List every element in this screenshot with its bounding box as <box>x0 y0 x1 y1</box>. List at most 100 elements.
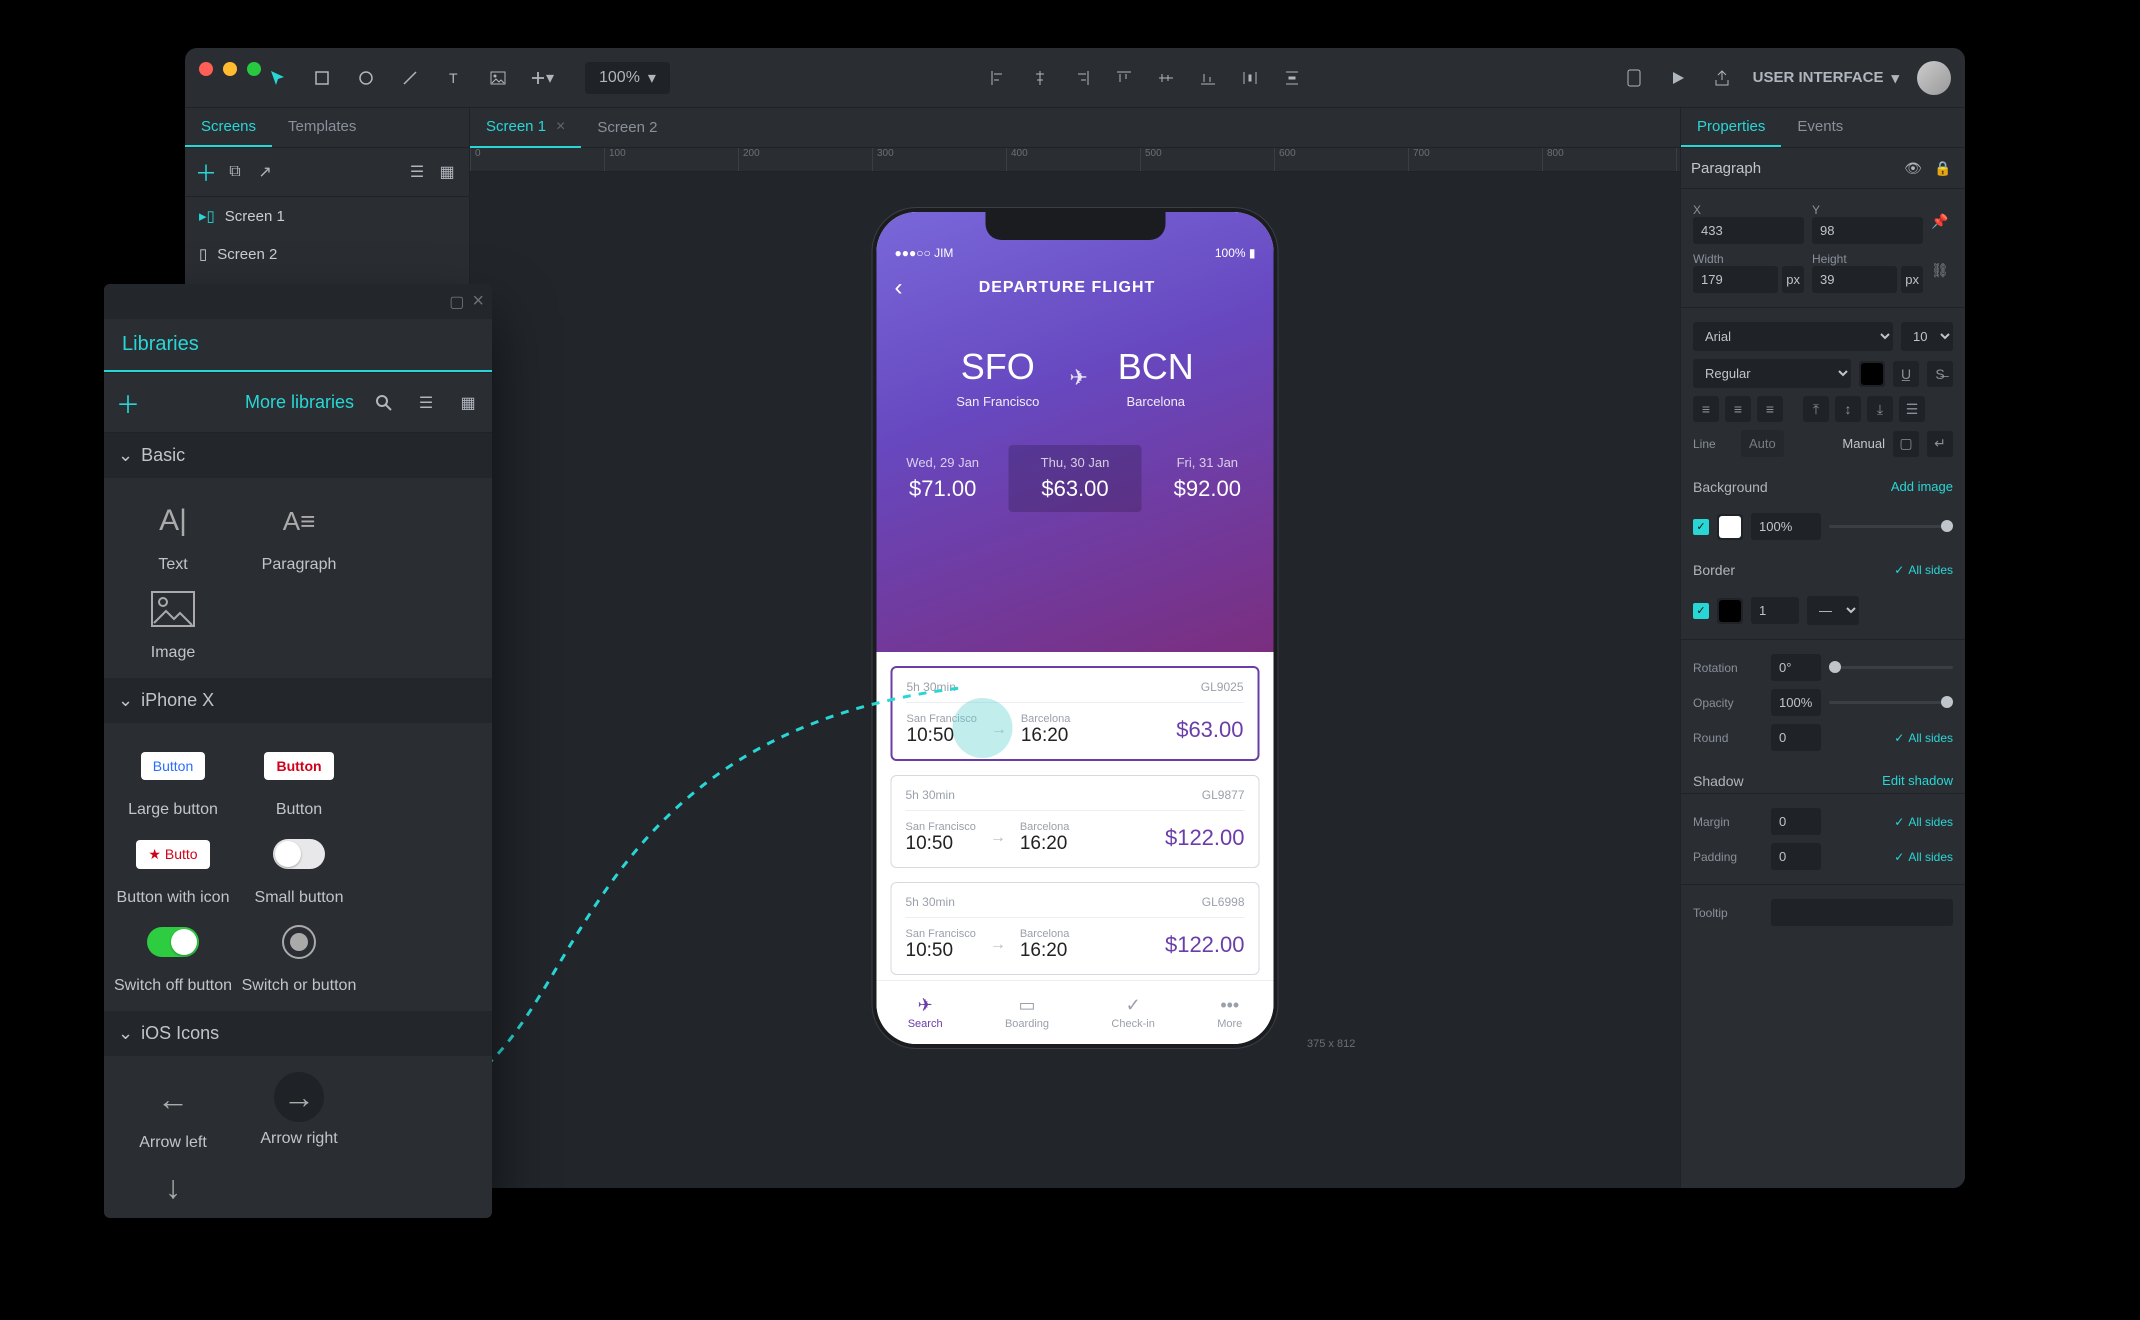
screen-list-item-2[interactable]: ▯ Screen 2 <box>185 235 469 273</box>
phone-mockup[interactable]: ●●●○○ JIM 100% ▮ ‹ DEPARTURE FLIGHT SFO … <box>873 208 1278 1048</box>
rotation-slider[interactable] <box>1829 666 1953 669</box>
close-tab-icon[interactable]: × <box>556 118 565 136</box>
device-preview-icon[interactable] <box>1621 65 1647 91</box>
bg-color-swatch[interactable] <box>1717 514 1743 540</box>
align-h-center-icon[interactable] <box>1027 65 1053 91</box>
opacity-slider[interactable] <box>1829 701 1953 704</box>
close-window-button[interactable] <box>199 62 213 76</box>
align-v-center-icon[interactable] <box>1153 65 1179 91</box>
play-icon[interactable] <box>1665 65 1691 91</box>
section-basic[interactable]: ⌄Basic <box>104 433 492 478</box>
opacity-input[interactable] <box>1771 689 1821 716</box>
margin-input[interactable] <box>1771 808 1821 835</box>
crop-icon[interactable]: ▢ <box>1893 431 1919 457</box>
widget-small-button[interactable]: Small button <box>240 827 358 907</box>
nav-more[interactable]: •••More <box>1217 995 1242 1030</box>
canvas-area[interactable]: 010020030040050060070080090010001100 ●●●… <box>470 148 1680 1188</box>
border-width-input[interactable] <box>1751 597 1799 624</box>
grid-view-icon[interactable]: ▦ <box>456 391 480 415</box>
libraries-titlebar[interactable]: ▢ × <box>104 284 492 319</box>
padding-input[interactable] <box>1771 843 1821 870</box>
underline-icon[interactable]: U̲ <box>1893 361 1919 387</box>
line-tool-icon[interactable] <box>397 65 423 91</box>
widget-button[interactable]: ButtonButton <box>240 739 358 819</box>
align-right-icon[interactable] <box>1069 65 1095 91</box>
height-input[interactable] <box>1812 266 1897 293</box>
font-family-select[interactable]: Arial <box>1693 322 1893 351</box>
font-weight-select[interactable]: Regular <box>1693 359 1851 388</box>
tab-properties[interactable]: Properties <box>1681 108 1781 147</box>
wrap-icon[interactable]: ↵ <box>1927 431 1953 457</box>
border-all-sides[interactable]: ✓ All sides <box>1894 562 1953 578</box>
height-unit[interactable]: px <box>1901 266 1923 293</box>
text-tool-icon[interactable]: T <box>441 65 467 91</box>
valign-middle-icon[interactable]: ↕ <box>1835 396 1861 422</box>
list-view-icon[interactable]: ☰ <box>414 391 438 415</box>
pin-icon[interactable]: 📌 <box>1931 213 1953 235</box>
nav-search[interactable]: ✈Search <box>908 995 943 1030</box>
date-option-1[interactable]: Thu, 30 Jan $63.00 <box>1009 445 1141 512</box>
project-dropdown[interactable]: USER INTERFACE ▾ <box>1753 69 1899 87</box>
pin-icon[interactable]: ▢ <box>449 292 464 312</box>
search-icon[interactable] <box>372 391 396 415</box>
pointer-tool-icon[interactable] <box>265 65 291 91</box>
lock-icon[interactable]: 🔒 <box>1931 156 1955 180</box>
tab-events[interactable]: Events <box>1781 108 1859 147</box>
edit-shadow-link[interactable]: Edit shadow <box>1882 773 1953 789</box>
widget-switch-off[interactable]: Switch off button <box>114 915 232 995</box>
add-screen-button[interactable]: ＋ <box>195 156 217 188</box>
export-icon[interactable]: ↗ <box>253 160 277 184</box>
canvas-tab-screen1[interactable]: Screen 1 × <box>470 108 581 148</box>
more-libraries-link[interactable]: More libraries <box>152 392 354 413</box>
screen-list-item-1[interactable]: ▸▯ Screen 1 <box>185 197 469 235</box>
widget-button-icon[interactable]: ★ ButtoButton with icon <box>114 827 232 907</box>
section-ios-icons[interactable]: ⌄iOS Icons <box>104 1011 492 1056</box>
share-icon[interactable] <box>1709 65 1735 91</box>
widget-large-button[interactable]: ButtonLarge button <box>114 739 232 819</box>
user-avatar[interactable] <box>1917 61 1951 95</box>
border-enabled-checkbox[interactable]: ✓ <box>1693 603 1709 619</box>
flight-card-1[interactable]: 5h 30minGL9877 San Francisco10:50 → Barc… <box>891 775 1260 868</box>
width-unit[interactable]: px <box>1782 266 1804 293</box>
close-panel-icon[interactable]: × <box>472 290 484 313</box>
tooltip-input[interactable] <box>1771 899 1953 926</box>
align-top-icon[interactable] <box>1111 65 1137 91</box>
round-all-sides[interactable]: ✓ All sides <box>1894 731 1953 745</box>
distribute-v-icon[interactable] <box>1279 65 1305 91</box>
font-size-select[interactable]: 10 <box>1901 322 1953 351</box>
flight-card-2[interactable]: 5h 30minGL6998 San Francisco10:50 → Barc… <box>891 882 1260 975</box>
canvas-tab-screen2[interactable]: Screen 2 <box>581 109 673 146</box>
section-iphonex[interactable]: ⌄iPhone X <box>104 678 492 723</box>
minimize-window-button[interactable] <box>223 62 237 76</box>
link-dimensions-icon[interactable]: ⛓ <box>1931 262 1953 284</box>
valign-top-icon[interactable]: ⤒ <box>1803 396 1829 422</box>
add-tool-icon[interactable]: ▾ <box>529 65 555 91</box>
list-icon[interactable]: ☰ <box>1899 396 1925 422</box>
rotation-input[interactable] <box>1771 654 1821 681</box>
round-input[interactable] <box>1771 724 1821 751</box>
date-option-2[interactable]: Fri, 31 Jan $92.00 <box>1141 445 1273 512</box>
valign-bottom-icon[interactable]: ⤓ <box>1867 396 1893 422</box>
distribute-h-icon[interactable] <box>1237 65 1263 91</box>
align-left-icon[interactable] <box>985 65 1011 91</box>
align-right-icon[interactable]: ≡ <box>1757 396 1783 422</box>
strike-icon[interactable]: S̶ <box>1927 361 1953 387</box>
line-auto[interactable]: Auto <box>1741 430 1784 457</box>
y-input[interactable] <box>1812 217 1923 244</box>
add-image-link[interactable]: Add image <box>1891 479 1953 495</box>
widget-image[interactable]: Image <box>114 582 232 662</box>
duplicate-icon[interactable]: ⧉ <box>223 160 247 184</box>
bg-opacity-slider[interactable] <box>1829 525 1953 528</box>
widget-switch-or[interactable]: Switch or button <box>240 915 358 995</box>
widget-text[interactable]: A|Text <box>114 494 232 574</box>
nav-checkin[interactable]: ✓Check-in <box>1111 995 1154 1030</box>
add-library-button[interactable]: ＋ <box>116 385 140 420</box>
margin-all-sides[interactable]: ✓ All sides <box>1894 815 1953 829</box>
list-view-icon[interactable]: ☰ <box>405 160 429 184</box>
tab-libraries[interactable]: Libraries <box>104 319 492 372</box>
visibility-icon[interactable]: 👁 <box>1901 156 1925 180</box>
widget-arrow-down[interactable]: ↓Arrow down <box>114 1160 232 1218</box>
widget-arrow-left[interactable]: ←Arrow left <box>114 1072 232 1152</box>
flight-card-0[interactable]: 5h 30minGL9025 San Francisco10:50 → Barc… <box>891 666 1260 761</box>
x-input[interactable] <box>1693 217 1804 244</box>
